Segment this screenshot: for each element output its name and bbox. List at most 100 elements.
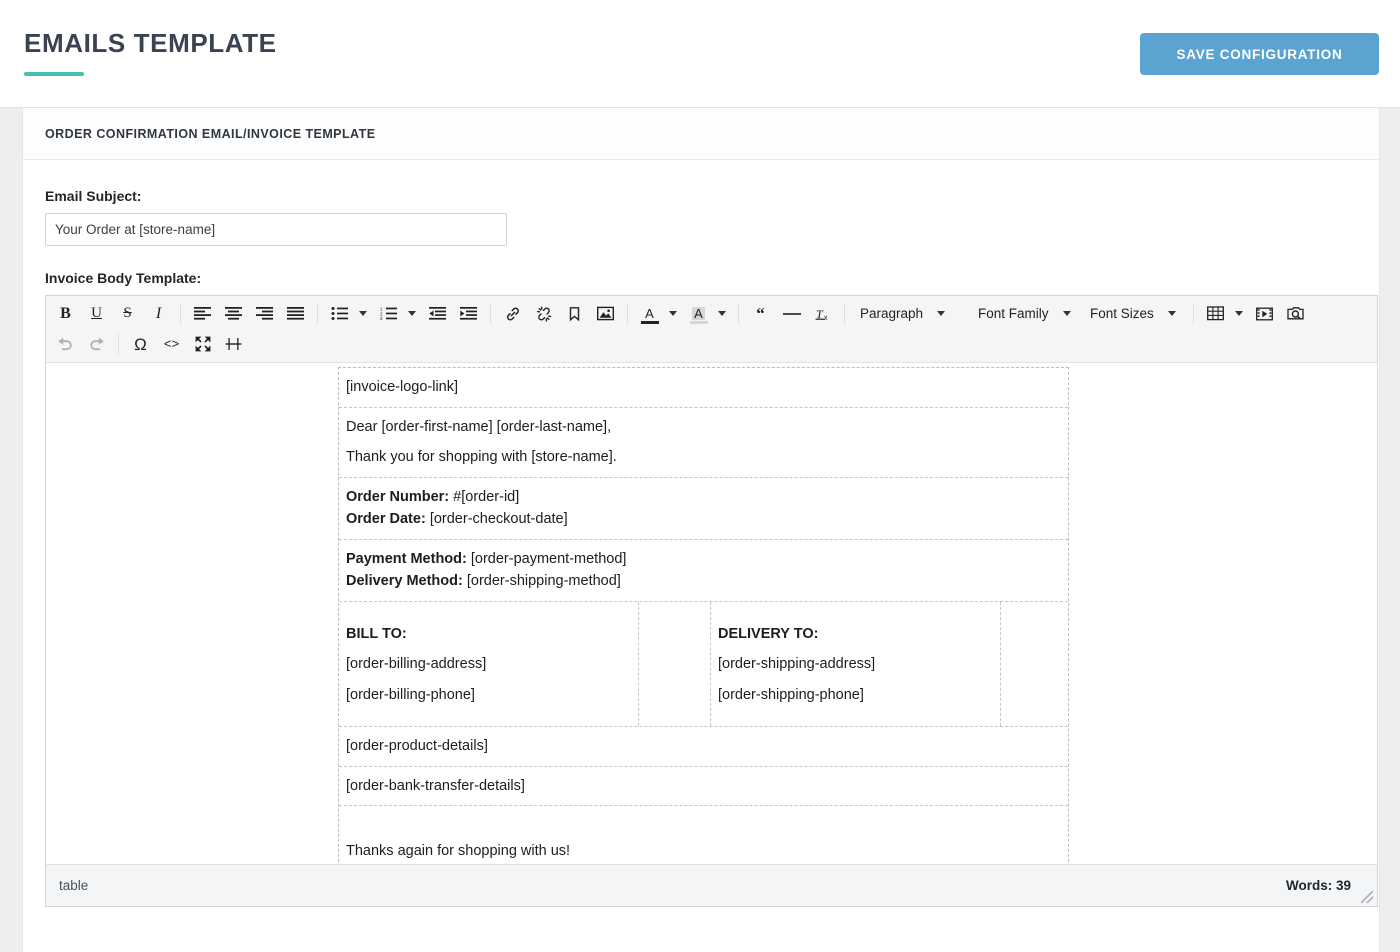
order-number-value: #[order-id] [453,488,520,505]
align-justify-icon[interactable] [281,300,310,327]
page-title: EMAILS TEMPLATE [24,28,277,58]
numbered-list-options-caret[interactable] [404,300,420,327]
bill-to-address: [order-billing-address] [346,656,487,673]
bill-to-phone: [order-billing-phone] [346,686,475,703]
order-info-cell: Order Number: #[order-id] Order Date: [o… [339,478,1068,539]
bullet-list-options-caret[interactable] [355,300,371,327]
address-split-row: BILL TO: [order-billing-address] [order-… [339,602,1068,727]
invoice-template-table: [invoice-logo-link] Dear [order-first-na… [338,367,1069,864]
email-subject-label: Email Subject: [45,188,142,204]
bill-to-cell: BILL TO: [order-billing-address] [order-… [339,602,639,727]
greeting-cell: Dear [order-first-name] [order-last-name… [339,408,1068,477]
page-break-icon[interactable] [219,331,248,358]
table-row: BILL TO: [order-billing-address] [order-… [339,602,1068,728]
closing-spacer [346,815,1060,841]
payment-method-line: Payment Method: [order-payment-method] [346,549,1060,570]
paragraph-format-select[interactable]: Paragraph [851,300,969,327]
bank-transfer-cell: [order-bank-transfer-details] [339,767,1068,806]
paragraph-format-caret[interactable] [933,300,949,327]
text-color-icon[interactable]: A [635,300,664,327]
font-family-label: Font Family [978,306,1049,321]
numbered-list-icon[interactable]: 1 2 3 [374,300,403,327]
delivery-method-value: [order-shipping-method] [466,573,621,590]
align-left-icon[interactable] [188,300,217,327]
toolbar-separator [844,303,845,324]
image-icon[interactable] [591,300,620,327]
table-icon[interactable] [1201,300,1230,327]
fullscreen-icon[interactable] [188,331,217,358]
table-row: Order Number: #[order-id] Order Date: [o… [339,478,1068,540]
font-sizes-select[interactable]: Font Sizes [1081,300,1187,327]
top-header-bar: EMAILS TEMPLATE SAVE CONFIGURATION [0,0,1400,108]
resize-handle[interactable] [1361,891,1373,903]
underline-icon[interactable]: U [82,300,111,327]
source-preview-icon[interactable] [1281,300,1310,327]
background-color-caret[interactable] [714,300,730,327]
font-family-caret[interactable] [1059,300,1075,327]
italic-icon[interactable]: I [144,300,173,327]
address-spacer-cell-1 [639,602,711,727]
undo-icon[interactable] [51,331,80,358]
special-character-icon[interactable]: Ω [126,331,155,358]
bank-transfer-placeholder: [order-bank-transfer-details] [346,777,525,794]
content-panel: ORDER CONFIRMATION EMAIL/INVOICE TEMPLAT… [22,108,1380,952]
toolbar-row-2: Ω <> [50,329,1373,359]
closing-cell: Thanks again for shopping with us! [stor… [339,806,1068,864]
bullet-list-icon[interactable] [325,300,354,327]
table-row: Payment Method: [order-payment-method] D… [339,540,1068,603]
section-title: ORDER CONFIRMATION EMAIL/INVOICE TEMPLAT… [45,126,376,141]
order-number-line: Order Number: #[order-id] [346,487,1060,508]
delivery-to-phone: [order-shipping-phone] [718,686,864,703]
link-icon[interactable] [498,300,527,327]
blockquote-icon[interactable]: “ [746,300,775,327]
media-icon[interactable] [1250,300,1279,327]
outdent-icon[interactable] [423,300,452,327]
delivery-to-address: [order-shipping-address] [718,656,876,673]
table-row: [invoice-logo-link] [339,368,1068,408]
bold-icon[interactable]: B [51,300,80,327]
invoice-body-label: Invoice Body Template: [45,270,202,286]
payment-method-value: [order-payment-method] [470,550,627,567]
toolbar-separator [490,303,491,324]
product-details-cell: [order-product-details] [339,727,1068,766]
strikethrough-icon[interactable]: S [113,300,142,327]
table-options-caret[interactable] [1231,300,1247,327]
toolbar-separator [317,303,318,324]
table-row: Thanks again for shopping with us! [stor… [339,806,1068,864]
toolbar-row-1: B U S I 1 2 3 A A “ T x Paragraph Font F… [50,298,1373,329]
unlink-icon[interactable] [529,300,558,327]
title-underline-rule [24,72,84,76]
bookmark-icon[interactable] [560,300,589,327]
paragraph-format-label: Paragraph [860,306,924,321]
toolbar-separator [1193,303,1194,324]
source-code-icon[interactable]: <> [157,331,186,358]
save-configuration-button[interactable]: SAVE CONFIGURATION [1140,33,1379,75]
delivery-to-cell: DELIVERY TO: [order-shipping-address] [o… [711,602,1001,727]
toolbar-separator [738,303,739,324]
background-color-icon[interactable]: A [684,300,713,327]
panel-inner: Email Subject: Invoice Body Template: B … [23,160,1379,907]
redo-icon[interactable] [82,331,111,358]
toolbar-separator [627,303,628,324]
font-family-select[interactable]: Font Family [969,300,1081,327]
svg-text:3: 3 [380,316,383,320]
align-right-icon[interactable] [250,300,279,327]
table-row: Dear [order-first-name] [order-last-name… [339,408,1068,478]
element-path[interactable]: table [59,878,88,893]
product-details-placeholder: [order-product-details] [346,738,488,755]
font-sizes-label: Font Sizes [1090,306,1154,321]
email-subject-input[interactable] [45,213,507,246]
clear-formatting-icon[interactable]: T x [808,300,837,327]
editor-status-bar: table Words: 39 [46,864,1377,906]
order-date-label: Order Date: [346,511,426,528]
editor-canvas[interactable]: [invoice-logo-link] Dear [order-first-na… [46,363,1377,864]
align-center-icon[interactable] [219,300,248,327]
horizontal-rule-icon[interactable] [777,300,806,327]
editor-toolbar: B U S I 1 2 3 A A “ T x Paragraph Font F… [46,296,1377,363]
rich-text-editor[interactable]: B U S I 1 2 3 A A “ T x Paragraph Font F… [45,295,1378,907]
indent-icon[interactable] [454,300,483,327]
font-sizes-caret[interactable] [1164,300,1180,327]
text-color-caret[interactable] [665,300,681,327]
svg-text:x: x [824,315,828,322]
section-header: ORDER CONFIRMATION EMAIL/INVOICE TEMPLAT… [23,108,1379,160]
